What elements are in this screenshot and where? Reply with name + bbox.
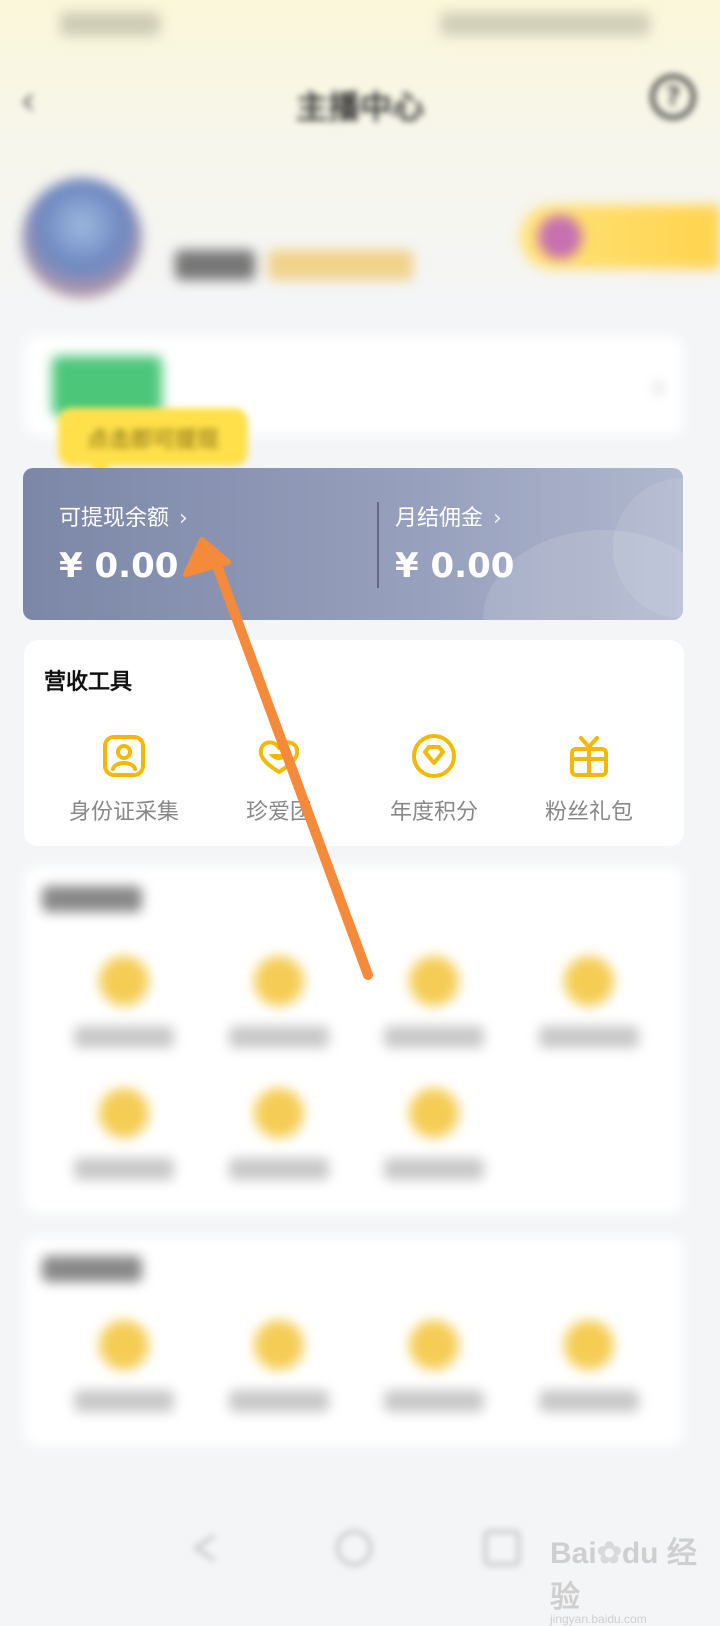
grid-item[interactable] <box>204 956 354 1048</box>
blurred-tools-card <box>24 866 684 1214</box>
chevron-right-icon: › <box>493 506 502 531</box>
grid-item[interactable] <box>49 1088 199 1180</box>
tool-label-placeholder <box>229 1390 329 1412</box>
grid-item[interactable] <box>49 1320 199 1412</box>
tooltip-text: 点击即可提现 <box>86 428 219 453</box>
tool-icon <box>99 1320 149 1370</box>
tool-icon <box>409 1320 459 1370</box>
tool-label-placeholder <box>74 1390 174 1412</box>
section-title-placeholder <box>42 886 142 912</box>
tool-icon <box>254 1088 304 1138</box>
avatar[interactable] <box>22 178 142 298</box>
section-title-placeholder <box>42 1256 142 1282</box>
recents-icon[interactable] <box>484 1530 520 1566</box>
tool-icon <box>254 956 304 1006</box>
gift-box-icon <box>570 736 608 777</box>
tool-label: 年度积分 <box>389 800 478 825</box>
monthly-commission[interactable]: 月结佣金 › ¥ 0.00 <box>395 468 655 620</box>
page-title: 主播中心 <box>295 88 424 126</box>
tool-label-placeholder <box>384 1158 484 1180</box>
chevron-right-icon: › <box>179 506 188 531</box>
grid-item[interactable] <box>204 1088 354 1180</box>
id-card-icon <box>103 735 145 777</box>
monthly-amount: ¥ 0.00 <box>395 546 515 586</box>
grid-item[interactable] <box>359 956 509 1048</box>
tool-icon <box>99 1088 149 1138</box>
heart-group-icon <box>258 740 300 774</box>
status-bar-right <box>440 12 650 36</box>
level-badge <box>268 250 413 280</box>
withdrawable-amount: ¥ 0.00 <box>59 546 179 586</box>
watermark-logo: Bai✿du 经验 jingyan.baidu.com <box>550 1537 697 1626</box>
level-icon <box>175 250 255 280</box>
grid-item[interactable] <box>514 1320 664 1412</box>
tool-label: 粉丝礼包 <box>544 800 633 825</box>
tool-label-placeholder <box>384 1390 484 1412</box>
monthly-label-row: 月结佣金 › <box>395 500 502 532</box>
profile-action-icon <box>538 215 582 259</box>
tool-label-placeholder <box>229 1026 329 1048</box>
tool-zhenai-group[interactable]: 珍爱团 <box>204 732 354 842</box>
tool-icon <box>409 956 459 1006</box>
user-id <box>175 200 405 236</box>
grid-item[interactable] <box>359 1320 509 1412</box>
back-icon[interactable] <box>188 1530 224 1566</box>
grid-item[interactable] <box>49 956 199 1048</box>
tool-label: 身份证采集 <box>68 800 179 825</box>
profile-action-button[interactable] <box>520 205 720 269</box>
section-title: 营收工具 <box>44 670 133 695</box>
tool-icon <box>564 1320 614 1370</box>
grid-item[interactable] <box>204 1320 354 1412</box>
tool-label-placeholder <box>539 1026 639 1048</box>
tool-icon <box>99 956 149 1006</box>
nav-bar: ‹ 主播中心 ? <box>0 60 720 140</box>
tool-annual-points[interactable]: 年度积分 <box>359 732 509 842</box>
tool-label-placeholder <box>384 1026 484 1048</box>
help-circle-icon[interactable]: ? <box>650 74 696 120</box>
notice-tag <box>52 356 162 416</box>
chevron-right-icon: › <box>652 370 664 403</box>
status-bar-left <box>60 12 160 36</box>
tool-id-card[interactable]: 身份证采集 <box>49 732 199 842</box>
tool-icon <box>254 1320 304 1370</box>
divider <box>377 502 379 588</box>
blurred-services-card <box>24 1236 684 1446</box>
tool-label-placeholder <box>539 1390 639 1412</box>
home-icon[interactable] <box>336 1530 372 1566</box>
grid-item[interactable] <box>359 1088 509 1180</box>
grid-item[interactable] <box>514 956 664 1048</box>
status-bar <box>0 0 720 50</box>
balance-card: 可提现余额 › ¥ 0.00 月结佣金 › ¥ 0.00 <box>23 468 683 620</box>
tooltip-bubble: 点击即可提现 <box>58 408 248 466</box>
tool-icon <box>409 1088 459 1138</box>
tool-label-placeholder <box>74 1158 174 1180</box>
diamond-badge-icon <box>412 734 456 778</box>
tool-fan-gift[interactable]: 粉丝礼包 <box>514 732 664 842</box>
revenue-tools-card: 营收工具 身份证采集 珍爱团 年度积分 粉丝礼包 <box>24 640 684 846</box>
tool-icon <box>564 956 614 1006</box>
tool-label-placeholder <box>229 1158 329 1180</box>
monthly-label: 月结佣金 <box>395 506 484 531</box>
tool-label-placeholder <box>74 1026 174 1048</box>
withdrawable-balance[interactable]: 可提现余额 › ¥ 0.00 <box>59 468 349 620</box>
tool-label: 珍爱团 <box>245 800 312 825</box>
withdrawable-label-row: 可提现余额 › <box>59 500 188 532</box>
withdrawable-label: 可提现余额 <box>59 506 170 531</box>
